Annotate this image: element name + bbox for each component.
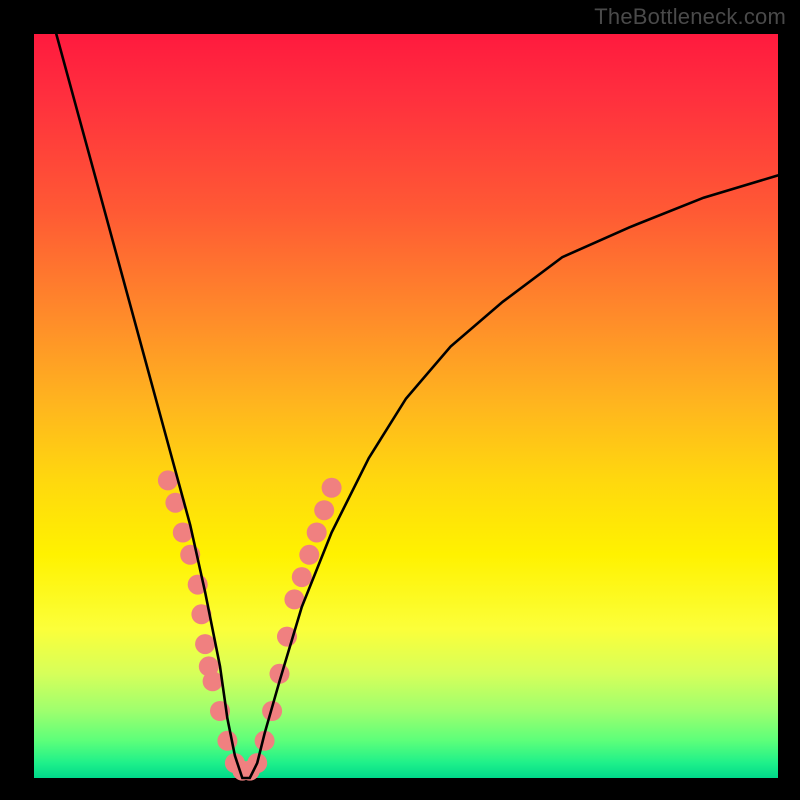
chart-frame: TheBottleneck.com bbox=[0, 0, 800, 800]
bottleneck-curve bbox=[34, 34, 778, 778]
curve-marker bbox=[195, 634, 215, 654]
curve-marker bbox=[299, 545, 319, 565]
curve-marker bbox=[314, 500, 334, 520]
marker-layer bbox=[158, 470, 342, 780]
plot-area bbox=[34, 34, 778, 778]
curve-line bbox=[56, 34, 778, 778]
curve-marker bbox=[292, 567, 312, 587]
curve-marker bbox=[307, 523, 327, 543]
curve-marker bbox=[322, 478, 342, 498]
watermark-text: TheBottleneck.com bbox=[594, 4, 786, 30]
curve-marker bbox=[203, 671, 223, 691]
